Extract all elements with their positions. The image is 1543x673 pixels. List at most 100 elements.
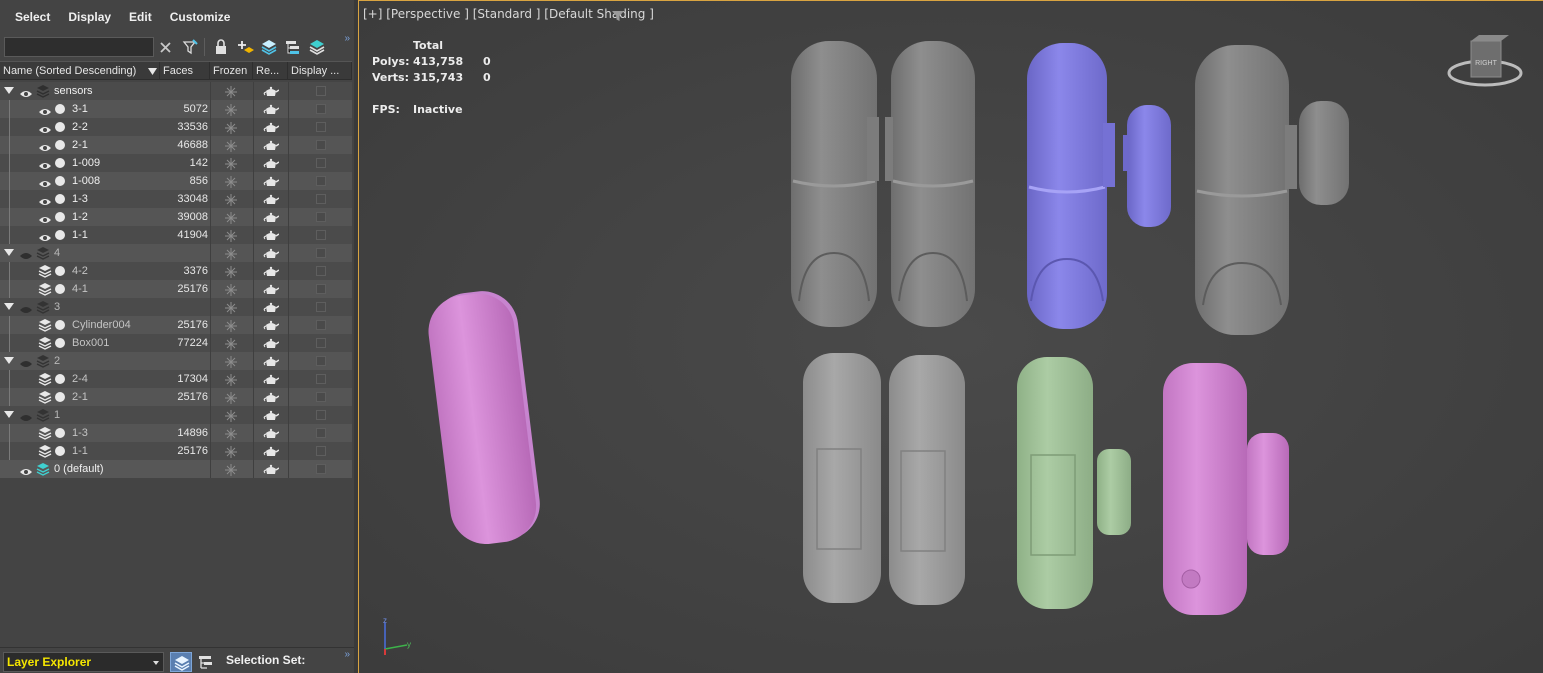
renderable-teapot-icon[interactable] bbox=[263, 247, 280, 259]
layer-stack-icon[interactable] bbox=[38, 444, 52, 458]
frozen-snowflake-icon[interactable] bbox=[225, 193, 237, 206]
visibility-eye-icon[interactable] bbox=[20, 464, 32, 475]
object-color-dot[interactable] bbox=[55, 320, 65, 330]
object-color-dot[interactable] bbox=[55, 338, 65, 348]
menu-customize[interactable]: Customize bbox=[170, 10, 231, 24]
menu-display[interactable]: Display bbox=[68, 10, 111, 24]
object-row[interactable]: 2-4 17304 bbox=[0, 370, 352, 388]
layer-row[interactable]: 0 (default) bbox=[0, 460, 352, 478]
display-checkbox[interactable] bbox=[316, 284, 326, 294]
filter-icon[interactable] bbox=[181, 37, 199, 57]
hierarchy-mode-button[interactable] bbox=[195, 652, 217, 672]
display-checkbox[interactable] bbox=[316, 446, 326, 456]
object-row[interactable]: 4-1 25176 bbox=[0, 280, 352, 298]
visibility-eye-icon[interactable] bbox=[20, 86, 32, 97]
display-checkbox[interactable] bbox=[316, 302, 326, 312]
viewport-filter-icon[interactable] bbox=[612, 9, 624, 21]
frozen-snowflake-icon[interactable] bbox=[225, 373, 237, 386]
object-row[interactable]: Box001 77224 bbox=[0, 334, 352, 352]
renderable-teapot-icon[interactable] bbox=[263, 193, 280, 205]
renderable-teapot-icon[interactable] bbox=[263, 409, 280, 421]
display-checkbox[interactable] bbox=[316, 104, 326, 114]
layer-row[interactable]: 2 bbox=[0, 352, 352, 370]
add-layer-icon[interactable] bbox=[236, 37, 254, 57]
object-color-dot[interactable] bbox=[55, 428, 65, 438]
display-checkbox[interactable] bbox=[316, 392, 326, 402]
frozen-snowflake-icon[interactable] bbox=[225, 103, 237, 116]
display-checkbox[interactable] bbox=[316, 86, 326, 96]
menu-edit[interactable]: Edit bbox=[129, 10, 152, 24]
frozen-snowflake-icon[interactable] bbox=[225, 409, 237, 422]
frozen-snowflake-icon[interactable] bbox=[225, 139, 237, 152]
frozen-snowflake-icon[interactable] bbox=[225, 301, 237, 314]
column-faces-header[interactable]: Faces bbox=[160, 62, 210, 80]
visibility-eye-icon[interactable] bbox=[20, 302, 32, 313]
object-color-dot[interactable] bbox=[55, 374, 65, 384]
display-checkbox[interactable] bbox=[316, 230, 326, 240]
expand-toggle-icon[interactable] bbox=[4, 249, 14, 256]
renderable-teapot-icon[interactable] bbox=[263, 427, 280, 439]
frozen-snowflake-icon[interactable] bbox=[225, 463, 237, 476]
renderable-teapot-icon[interactable] bbox=[263, 103, 280, 115]
layer-stack-icon[interactable] bbox=[260, 37, 278, 57]
frozen-snowflake-icon[interactable] bbox=[225, 427, 237, 440]
layer-row[interactable]: 4 bbox=[0, 244, 352, 262]
object-row[interactable]: Cylinder004 25176 bbox=[0, 316, 352, 334]
frozen-snowflake-icon[interactable] bbox=[225, 121, 237, 134]
display-checkbox[interactable] bbox=[316, 176, 326, 186]
visibility-eye-icon[interactable] bbox=[39, 122, 51, 133]
renderable-teapot-icon[interactable] bbox=[263, 121, 280, 133]
object-row[interactable]: 1-1 41904 bbox=[0, 226, 352, 244]
frozen-snowflake-icon[interactable] bbox=[225, 337, 237, 350]
renderable-teapot-icon[interactable] bbox=[263, 283, 280, 295]
sensor-model-lightgray-1[interactable] bbox=[803, 353, 881, 603]
visibility-eye-icon[interactable] bbox=[20, 248, 32, 259]
object-row[interactable]: 2-1 46688 bbox=[0, 136, 352, 154]
display-checkbox[interactable] bbox=[316, 338, 326, 348]
renderable-teapot-icon[interactable] bbox=[263, 157, 280, 169]
display-checkbox[interactable] bbox=[316, 464, 326, 474]
frozen-snowflake-icon[interactable] bbox=[225, 319, 237, 332]
frozen-snowflake-icon[interactable] bbox=[225, 211, 237, 224]
object-color-dot[interactable] bbox=[55, 392, 65, 402]
display-checkbox[interactable] bbox=[316, 158, 326, 168]
layer-mode-button[interactable] bbox=[170, 652, 192, 672]
renderable-teapot-icon[interactable] bbox=[263, 85, 280, 97]
column-frozen-header[interactable]: Frozen bbox=[210, 62, 253, 80]
frozen-snowflake-icon[interactable] bbox=[225, 445, 237, 458]
layer-stack-icon[interactable] bbox=[38, 426, 52, 440]
frozen-snowflake-icon[interactable] bbox=[225, 157, 237, 170]
layer-row[interactable]: sensors bbox=[0, 82, 352, 100]
object-color-dot[interactable] bbox=[55, 122, 65, 132]
sensor-model-gray-1[interactable] bbox=[791, 41, 879, 327]
frozen-snowflake-icon[interactable] bbox=[225, 247, 237, 260]
menu-select[interactable]: Select bbox=[15, 10, 50, 24]
display-checkbox[interactable] bbox=[316, 248, 326, 258]
display-checkbox[interactable] bbox=[316, 266, 326, 276]
object-color-dot[interactable] bbox=[55, 158, 65, 168]
renderable-teapot-icon[interactable] bbox=[263, 391, 280, 403]
column-render-header[interactable]: Re... bbox=[253, 62, 288, 80]
visibility-eye-icon[interactable] bbox=[39, 158, 51, 169]
visibility-eye-icon[interactable] bbox=[20, 356, 32, 367]
expand-toggle-icon[interactable] bbox=[4, 357, 14, 364]
renderable-teapot-icon[interactable] bbox=[263, 463, 280, 475]
object-row[interactable]: 1-1 25176 bbox=[0, 442, 352, 460]
visibility-eye-icon[interactable] bbox=[39, 176, 51, 187]
visibility-eye-icon[interactable] bbox=[39, 140, 51, 151]
layer-row[interactable]: 1 bbox=[0, 406, 352, 424]
display-checkbox[interactable] bbox=[316, 140, 326, 150]
frozen-snowflake-icon[interactable] bbox=[225, 283, 237, 296]
renderable-teapot-icon[interactable] bbox=[263, 355, 280, 367]
object-color-dot[interactable] bbox=[55, 194, 65, 204]
frozen-snowflake-icon[interactable] bbox=[225, 175, 237, 188]
display-checkbox[interactable] bbox=[316, 194, 326, 204]
renderable-teapot-icon[interactable] bbox=[263, 301, 280, 313]
renderable-teapot-icon[interactable] bbox=[263, 139, 280, 151]
object-color-dot[interactable] bbox=[55, 284, 65, 294]
object-row[interactable]: 1-3 14896 bbox=[0, 424, 352, 442]
lock-icon[interactable] bbox=[212, 37, 230, 57]
toolbar-overflow-icon[interactable]: » bbox=[344, 33, 350, 44]
object-row[interactable]: 2-1 25176 bbox=[0, 388, 352, 406]
close-icon[interactable] bbox=[157, 37, 175, 57]
